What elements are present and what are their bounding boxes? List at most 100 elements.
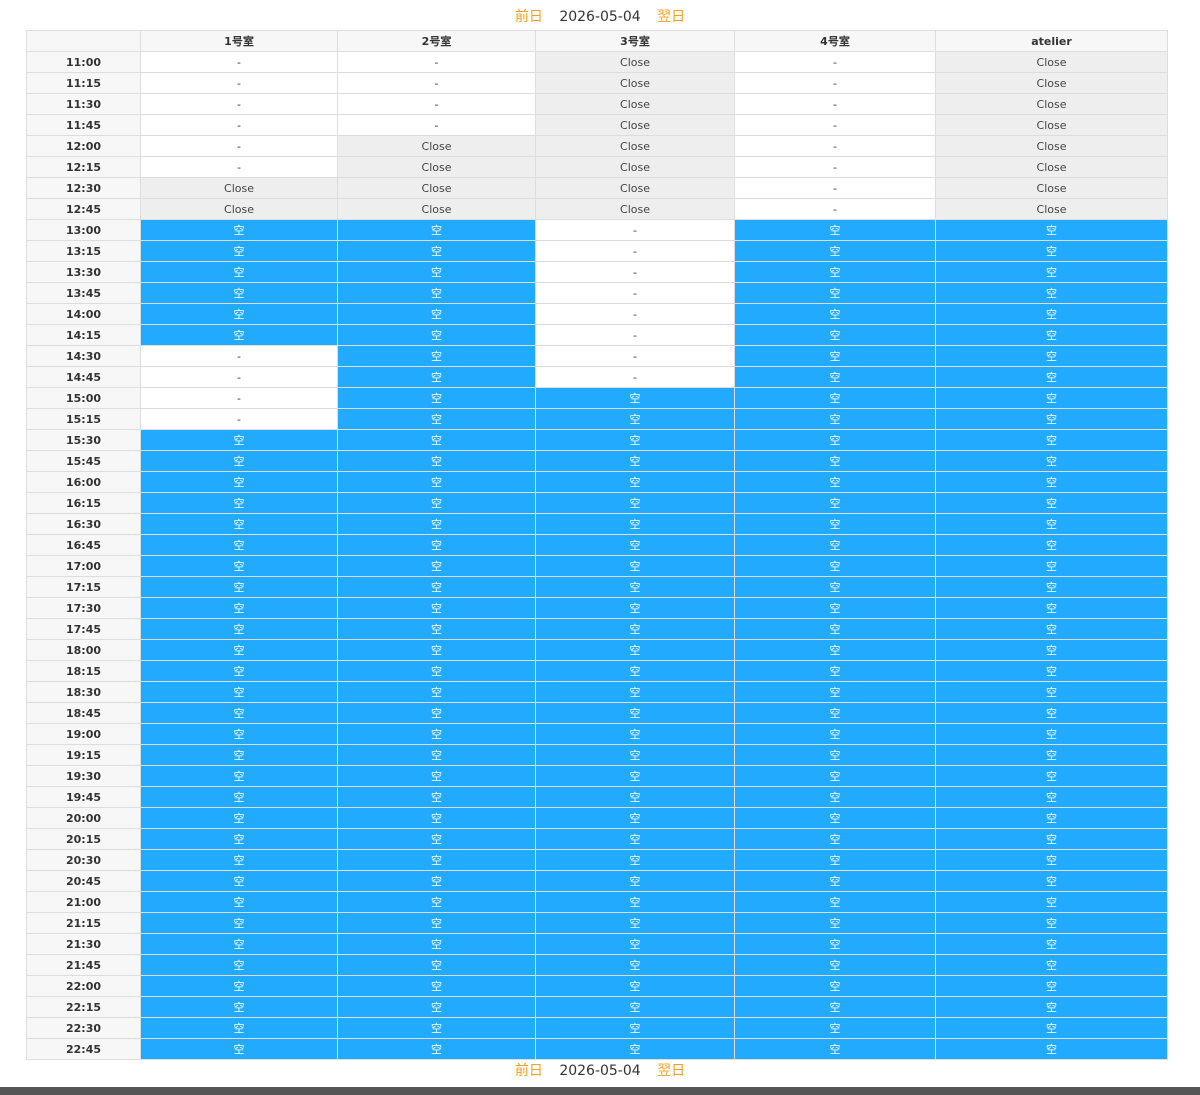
slot-cell-available[interactable]: 空 (734, 891, 936, 913)
slot-cell-available[interactable]: 空 (337, 576, 536, 598)
slot-cell-available[interactable]: 空 (140, 870, 338, 892)
slot-cell-available[interactable]: 空 (140, 744, 338, 766)
slot-cell-available[interactable]: 空 (535, 597, 735, 619)
slot-cell-available[interactable]: 空 (734, 807, 936, 829)
slot-cell-available[interactable]: 空 (535, 786, 735, 808)
slot-cell-available[interactable]: 空 (140, 324, 338, 346)
slot-cell-available[interactable]: 空 (337, 1017, 536, 1039)
slot-cell-available[interactable]: 空 (337, 345, 536, 367)
slot-cell-available[interactable]: 空 (734, 660, 936, 682)
slot-cell-available[interactable]: 空 (734, 492, 936, 514)
slot-cell-available[interactable]: 空 (337, 240, 536, 262)
slot-cell-available[interactable]: 空 (140, 492, 338, 514)
slot-cell-available[interactable]: 空 (535, 1038, 735, 1060)
slot-cell-available[interactable]: 空 (140, 282, 338, 304)
slot-cell-available[interactable]: 空 (535, 849, 735, 871)
slot-cell-available[interactable]: 空 (734, 240, 936, 262)
slot-cell-available[interactable]: 空 (337, 303, 536, 325)
slot-cell-available[interactable]: 空 (140, 618, 338, 640)
slot-cell-available[interactable]: 空 (734, 870, 936, 892)
slot-cell-available[interactable]: 空 (935, 912, 1168, 934)
slot-cell-available[interactable]: 空 (140, 660, 338, 682)
slot-cell-available[interactable]: 空 (935, 702, 1168, 724)
slot-cell-available[interactable]: 空 (734, 702, 936, 724)
slot-cell-available[interactable]: 空 (337, 996, 536, 1018)
slot-cell-available[interactable]: 空 (935, 219, 1168, 241)
slot-cell-available[interactable]: 空 (935, 765, 1168, 787)
slot-cell-available[interactable]: 空 (140, 996, 338, 1018)
slot-cell-available[interactable]: 空 (535, 555, 735, 577)
slot-cell-available[interactable]: 空 (734, 429, 936, 451)
slot-cell-available[interactable]: 空 (535, 912, 735, 934)
slot-cell-available[interactable]: 空 (734, 912, 936, 934)
slot-cell-available[interactable]: 空 (140, 639, 338, 661)
slot-cell-available[interactable]: 空 (140, 513, 338, 535)
slot-cell-available[interactable]: 空 (935, 723, 1168, 745)
slot-cell-available[interactable]: 空 (734, 387, 936, 409)
slot-cell-available[interactable]: 空 (734, 282, 936, 304)
slot-cell-available[interactable]: 空 (935, 429, 1168, 451)
slot-cell-available[interactable]: 空 (734, 471, 936, 493)
slot-cell-available[interactable]: 空 (337, 429, 536, 451)
slot-cell-available[interactable]: 空 (140, 555, 338, 577)
slot-cell-available[interactable]: 空 (337, 744, 536, 766)
slot-cell-available[interactable]: 空 (535, 576, 735, 598)
slot-cell-available[interactable]: 空 (535, 933, 735, 955)
slot-cell-available[interactable]: 空 (337, 660, 536, 682)
slot-cell-available[interactable]: 空 (337, 597, 536, 619)
next-day-link[interactable]: 翌日 (657, 9, 685, 25)
slot-cell-available[interactable]: 空 (535, 828, 735, 850)
slot-cell-available[interactable]: 空 (935, 492, 1168, 514)
slot-cell-available[interactable]: 空 (337, 849, 536, 871)
slot-cell-available[interactable]: 空 (734, 555, 936, 577)
slot-cell-available[interactable]: 空 (337, 912, 536, 934)
slot-cell-available[interactable]: 空 (935, 807, 1168, 829)
slot-cell-available[interactable]: 空 (140, 303, 338, 325)
slot-cell-available[interactable]: 空 (337, 681, 536, 703)
slot-cell-available[interactable]: 空 (140, 723, 338, 745)
slot-cell-available[interactable]: 空 (337, 282, 536, 304)
slot-cell-available[interactable]: 空 (140, 597, 338, 619)
slot-cell-available[interactable]: 空 (535, 450, 735, 472)
slot-cell-available[interactable]: 空 (734, 1017, 936, 1039)
slot-cell-available[interactable]: 空 (935, 660, 1168, 682)
slot-cell-available[interactable]: 空 (535, 723, 735, 745)
slot-cell-available[interactable]: 空 (734, 345, 936, 367)
slot-cell-available[interactable]: 空 (140, 765, 338, 787)
slot-cell-available[interactable]: 空 (337, 975, 536, 997)
slot-cell-available[interactable]: 空 (535, 702, 735, 724)
slot-cell-available[interactable]: 空 (337, 618, 536, 640)
slot-cell-available[interactable]: 空 (337, 807, 536, 829)
slot-cell-available[interactable]: 空 (734, 324, 936, 346)
slot-cell-available[interactable]: 空 (935, 891, 1168, 913)
slot-cell-available[interactable]: 空 (337, 828, 536, 850)
slot-cell-available[interactable]: 空 (935, 408, 1168, 430)
slot-cell-available[interactable]: 空 (337, 555, 536, 577)
slot-cell-available[interactable]: 空 (935, 618, 1168, 640)
slot-cell-available[interactable]: 空 (935, 681, 1168, 703)
slot-cell-available[interactable]: 空 (935, 345, 1168, 367)
slot-cell-available[interactable]: 空 (535, 681, 735, 703)
slot-cell-available[interactable]: 空 (734, 954, 936, 976)
slot-cell-available[interactable]: 空 (140, 681, 338, 703)
slot-cell-available[interactable]: 空 (935, 387, 1168, 409)
slot-cell-available[interactable]: 空 (734, 450, 936, 472)
slot-cell-available[interactable]: 空 (337, 471, 536, 493)
slot-cell-available[interactable]: 空 (337, 534, 536, 556)
slot-cell-available[interactable]: 空 (535, 996, 735, 1018)
slot-cell-available[interactable]: 空 (535, 975, 735, 997)
slot-cell-available[interactable]: 空 (140, 450, 338, 472)
slot-cell-available[interactable]: 空 (337, 786, 536, 808)
slot-cell-available[interactable]: 空 (734, 828, 936, 850)
slot-cell-available[interactable]: 空 (535, 492, 735, 514)
slot-cell-available[interactable]: 空 (337, 639, 536, 661)
slot-cell-available[interactable]: 空 (535, 639, 735, 661)
slot-cell-available[interactable]: 空 (140, 1017, 338, 1039)
slot-cell-available[interactable]: 空 (535, 513, 735, 535)
slot-cell-available[interactable]: 空 (140, 1038, 338, 1060)
slot-cell-available[interactable]: 空 (935, 975, 1168, 997)
slot-cell-available[interactable]: 空 (935, 786, 1168, 808)
slot-cell-available[interactable]: 空 (535, 387, 735, 409)
slot-cell-available[interactable]: 空 (140, 702, 338, 724)
slot-cell-available[interactable]: 空 (935, 534, 1168, 556)
